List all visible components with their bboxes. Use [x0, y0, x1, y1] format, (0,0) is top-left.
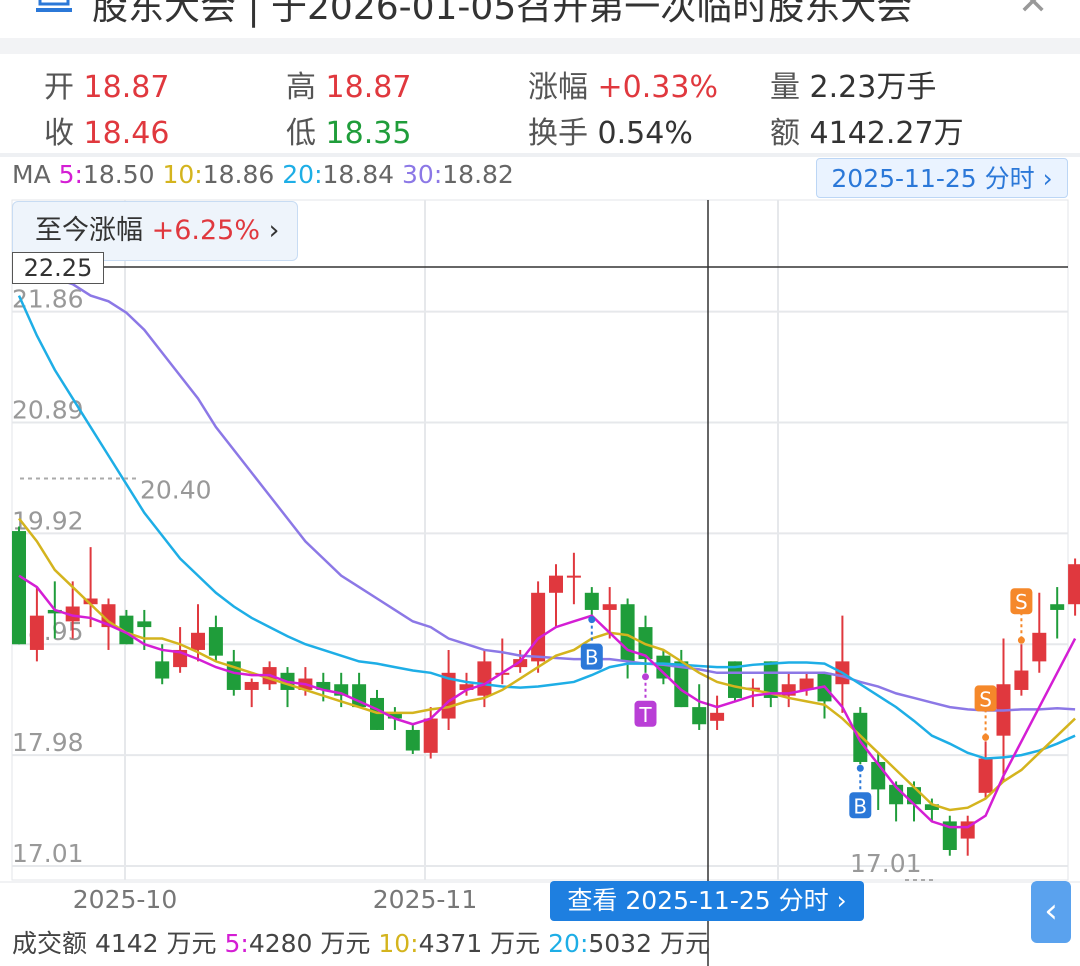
candle-body	[531, 592, 546, 662]
candle-body	[405, 729, 420, 751]
signal-label: S	[979, 687, 992, 711]
ma5-value: 18.50	[82, 160, 155, 189]
ma-label: MA	[12, 160, 51, 189]
ma20-value: 18.84	[322, 160, 395, 189]
candle-body	[584, 592, 599, 610]
candle-body	[907, 787, 921, 805]
signal-label: B	[585, 646, 599, 670]
plot-frame	[11, 199, 1069, 881]
candle-body	[1014, 670, 1029, 690]
candle-body	[423, 718, 438, 753]
vol-ma10-label: 10:	[378, 929, 419, 958]
vol-ma20-value: 5032 万元	[588, 929, 710, 958]
view-intraday-button[interactable]: 查看 2025-11-25 分时 ›	[550, 881, 864, 921]
candle-body	[549, 575, 563, 593]
candle-body	[602, 604, 617, 610]
signal-dot	[982, 733, 990, 741]
candle-body	[1032, 632, 1047, 662]
volume-label: 成交额	[12, 929, 88, 958]
signal-label: T	[638, 703, 652, 727]
candle-body	[477, 661, 492, 696]
signal-dot	[588, 616, 596, 624]
vol-ma10-value: 4371 万元	[418, 929, 541, 958]
chevron-right-icon: ›	[268, 215, 280, 246]
candle-body	[978, 758, 993, 793]
intraday-date-button[interactable]: 2025-11-25 分时 ›	[816, 158, 1068, 198]
signal-dot	[1017, 636, 1025, 644]
candle-body	[710, 712, 725, 721]
ma10-label: 10:	[162, 160, 203, 189]
volume-total: 4142 万元	[94, 929, 217, 958]
ma30-label: 30:	[402, 160, 443, 189]
ma10-value: 18.86	[202, 160, 275, 189]
y-tick-label: 17.01	[12, 839, 84, 868]
y-tick-label: 17.98	[12, 728, 84, 757]
candle-body	[692, 707, 707, 725]
signal-label: S	[1015, 590, 1028, 614]
candle-body	[155, 661, 170, 679]
ma30-value: 18.82	[442, 160, 514, 189]
candle-body	[29, 615, 44, 650]
gain-label: 至今涨幅	[35, 215, 143, 246]
vol-ma5-value: 4280 万元	[248, 929, 371, 958]
candle-body	[208, 627, 223, 656]
chevron-left-icon: ‹	[1044, 891, 1058, 931]
low-marker-label: 17.01	[850, 849, 922, 878]
high-marker-label: 20.40	[140, 475, 212, 504]
signal-dot	[856, 764, 864, 772]
ma20-line	[17, 295, 1076, 760]
vol-ma20-label: 20:	[548, 929, 589, 958]
candle-body	[244, 681, 259, 690]
y-tick-label: 21.86	[12, 285, 84, 314]
chevron-right-icon: ›	[836, 886, 847, 915]
volume-legend: 成交额 4142 万元 5:4280 万元 10:4371 万元 20:5032…	[12, 924, 710, 960]
ma5-label: 5:	[58, 160, 83, 189]
x-tick-label: 2025-11	[373, 885, 477, 914]
ma20-label: 20:	[282, 160, 323, 189]
candle-body	[1068, 564, 1080, 605]
candle-body	[12, 531, 26, 645]
signal-label: B	[853, 794, 867, 818]
candle-body	[191, 632, 205, 650]
y-tick-label: 19.92	[12, 506, 84, 535]
candle-body	[1050, 604, 1065, 610]
vol-ma5-label: 5:	[224, 929, 249, 958]
crosshair-price-label: 22.25	[12, 252, 104, 284]
x-tick-label: 2025-10	[73, 885, 177, 914]
kline-chart[interactable]: 21.8620.8919.9218.9517.9817.012025-10 202…	[0, 0, 1080, 966]
chevron-right-icon: ›	[1042, 164, 1053, 193]
signal-dot	[642, 673, 649, 681]
candle-body	[137, 621, 152, 628]
collapse-panel-button[interactable]: ‹	[1031, 881, 1071, 943]
candle-body	[566, 575, 581, 578]
gain-value: +6.25%	[151, 215, 260, 246]
ma-legend: MA 5:18.50 10:18.86 20:18.84 30:18.82	[12, 160, 514, 189]
